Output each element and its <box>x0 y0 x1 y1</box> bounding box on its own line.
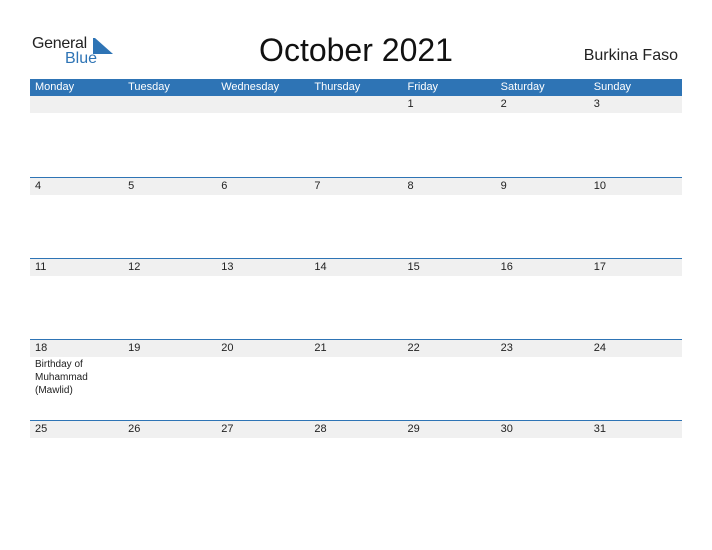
day-number: 21 <box>314 342 327 354</box>
holiday-label <box>216 195 309 196</box>
holiday-label <box>30 276 123 277</box>
day-number: 13 <box>221 261 234 273</box>
holiday-label <box>496 438 589 439</box>
day-number-strip: 1 2 3 <box>30 96 682 113</box>
day-number: 20 <box>221 342 234 354</box>
holiday-label <box>216 276 309 277</box>
day-number: 14 <box>314 261 327 273</box>
holiday-label <box>216 357 309 397</box>
day-number: 1 <box>407 98 414 110</box>
holiday-label <box>30 195 123 196</box>
events-row <box>30 195 682 196</box>
day-number-strip: 18 19 20 21 22 23 24 <box>30 340 682 357</box>
holiday-label <box>496 113 589 114</box>
day-number: 29 <box>407 423 420 435</box>
day-number: 25 <box>35 423 48 435</box>
day-number-strip: 4 5 6 7 8 9 10 <box>30 178 682 195</box>
holiday-label <box>30 113 123 114</box>
holiday-label <box>309 438 402 439</box>
day-number: 12 <box>128 261 141 273</box>
day-number <box>123 96 216 113</box>
holiday-label <box>403 276 496 277</box>
week-row: 1 2 3 <box>30 96 682 114</box>
calendar-grid: Monday Tuesday Wednesday Thursday Friday… <box>30 79 682 438</box>
weekday-wednesday: Wednesday <box>221 81 280 93</box>
day-number <box>309 96 402 113</box>
day-number: 4 <box>35 180 42 192</box>
day-number: 24 <box>593 342 606 354</box>
day-number: 26 <box>128 423 141 435</box>
week-row: 11 12 13 14 15 16 17 <box>30 258 682 277</box>
holiday-label <box>123 113 216 114</box>
day-number: 30 <box>500 423 513 435</box>
holiday-label <box>589 113 682 114</box>
week-row: 25 26 27 28 29 30 31 <box>30 420 682 439</box>
weekday-monday: Monday <box>35 81 75 93</box>
holiday-label <box>309 113 402 114</box>
day-number: 10 <box>593 180 606 192</box>
holiday-label <box>589 276 682 277</box>
holiday-label: Birthday of Muhammad (Mawlid) <box>35 359 88 396</box>
day-number: 19 <box>128 342 141 354</box>
day-number: 23 <box>500 342 513 354</box>
holiday-label <box>123 438 216 439</box>
day-number: 31 <box>593 423 606 435</box>
holiday-label <box>309 195 402 196</box>
day-number: 16 <box>500 261 513 273</box>
weekday-header: Monday Tuesday Wednesday Thursday Friday… <box>30 79 682 96</box>
day-number: 7 <box>314 180 321 192</box>
day-number: 5 <box>128 180 135 192</box>
day-number <box>216 96 309 113</box>
holiday-label <box>403 357 496 397</box>
holiday-label <box>30 438 123 439</box>
day-number: 15 <box>407 261 420 273</box>
holiday-label <box>309 276 402 277</box>
day-number: 8 <box>407 180 414 192</box>
holiday-label <box>123 357 216 397</box>
holiday-label <box>123 195 216 196</box>
holiday-label <box>216 113 309 114</box>
holiday-label <box>496 195 589 196</box>
day-number: 17 <box>593 261 606 273</box>
events-row <box>30 113 682 114</box>
week-row: 4 5 6 7 8 9 10 <box>30 177 682 196</box>
holiday-label <box>589 195 682 196</box>
holiday-label <box>589 357 682 397</box>
holiday-label <box>309 357 402 397</box>
events-row <box>30 438 682 439</box>
events-row <box>30 276 682 277</box>
country-label: Burkina Faso <box>583 47 678 64</box>
day-number: 11 <box>35 261 47 273</box>
week-row: 18 19 20 21 22 23 24 Birthday of Muhammad (Mawl… <box>30 339 682 397</box>
day-number <box>30 96 123 113</box>
holiday-label <box>403 438 496 439</box>
holiday-label <box>403 113 496 114</box>
day-number: 28 <box>314 423 327 435</box>
weekday-sunday: Sunday <box>593 81 632 93</box>
day-number-strip: 11 12 13 14 15 16 17 <box>30 259 682 276</box>
holiday-label <box>123 276 216 277</box>
weekday-saturday: Saturday <box>500 81 545 93</box>
holiday-label <box>496 276 589 277</box>
weekday-friday: Friday <box>407 81 439 93</box>
weekday-thursday: Thursday <box>314 81 361 93</box>
day-number: 9 <box>500 180 507 192</box>
day-number: 27 <box>221 423 234 435</box>
day-number-strip: 25 26 27 28 29 30 31 <box>30 421 682 438</box>
weekday-tuesday: Tuesday <box>128 81 170 93</box>
day-number: 22 <box>407 342 420 354</box>
day-number: 3 <box>593 98 600 110</box>
day-number: 18 <box>35 342 48 354</box>
holiday-label <box>496 357 589 397</box>
day-number: 2 <box>500 98 507 110</box>
events-row: Birthday of Muhammad (Mawlid) <box>30 357 682 397</box>
day-number: 6 <box>221 180 228 192</box>
holiday-label <box>589 438 682 439</box>
holiday-label <box>216 438 309 439</box>
holiday-label <box>403 195 496 196</box>
